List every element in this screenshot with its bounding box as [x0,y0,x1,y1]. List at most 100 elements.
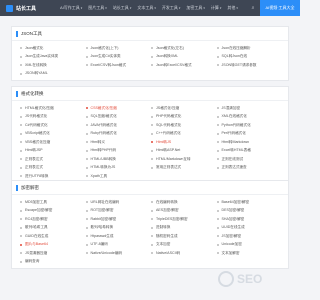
tool-link[interactable]: Json生成C#实体类 [85,53,152,62]
bullet-icon [151,132,153,135]
search-icon[interactable]: ⌕ [246,0,260,16]
tool-link-label: ROT加密/解密 [90,208,114,213]
tool-link[interactable]: Rabbit加密/解密 [85,215,152,224]
tool-link[interactable]: 图片与Base64 [20,241,86,250]
bullet-icon [216,132,219,135]
tool-link[interactable]: DES加密/解密 [216,207,283,216]
tool-link[interactable]: ROT加密/解密 [85,207,152,216]
tool-link[interactable]: 正则表达式速查 [216,164,283,173]
tool-link-label: Htpasswd生成 [90,233,114,238]
tool-link[interactable]: SQL压缩/格式化 [85,113,152,122]
tool-link[interactable]: 在线编码转换 [151,198,217,207]
tool-link[interactable]: Htpasswd生成 [85,232,152,241]
tool-link[interactable]: 编码查询 [20,258,86,267]
tool-link[interactable]: VBS格式化压缩 [20,138,86,147]
nav-item-label: 开发工具 [161,5,178,10]
bullet-icon [216,141,219,144]
tool-link[interactable]: C++代码格式化 [151,130,217,139]
tool-link[interactable]: Json格式化 [20,44,86,53]
tool-link[interactable]: 正则在线测试 [216,155,283,164]
tool-link-label: 常用正则表达式 [156,165,182,170]
tool-link[interactable]: AES加密/解密 [151,207,217,216]
tool-link[interactable]: Json生成Java实体类 [20,53,86,62]
tool-link[interactable]: GUID在线生成 [20,232,86,241]
tool-link[interactable]: JS加密/解密 [216,232,283,241]
tool-link[interactable]: 进制转换 [151,224,217,233]
tool-link[interactable]: C#代码格式化 [20,121,86,130]
tool-link[interactable]: JS混淆器压缩 [20,249,86,258]
tool-link[interactable]: JAVA代码格式化 [85,121,152,130]
nav-item[interactable]: 图片工具▾ [88,5,107,11]
nav-item[interactable]: 开发工具▾ [162,5,181,11]
nav-item[interactable]: 站长工具▾ [113,5,132,11]
tool-link[interactable]: 文本加解密 [216,249,283,258]
tool-link[interactable]: 散列/哈希转换 [85,224,152,233]
tool-link[interactable]: Html转义 [85,138,152,147]
tool-link[interactable]: Unicode加密 [216,241,283,250]
tool-link[interactable]: JSON转YAML [20,70,86,79]
site-logo[interactable]: 站长工具 [0,0,60,16]
tool-link[interactable]: Escape加密/解密 [20,207,86,216]
tool-link[interactable]: Json格式化(左右) [151,44,217,53]
tool-link[interactable]: HTML/UBB转换 [85,155,152,164]
tool-link[interactable]: PHP代码格式化 [151,113,217,122]
tool-link[interactable]: Html转ASP.Net [151,147,217,156]
ai-tools-button[interactable]: AI视频·工具大全 [260,0,300,16]
tool-link[interactable]: HTML/Markdown互转 [151,155,217,164]
tool-link[interactable]: SQL代码格式化 [151,121,217,130]
tool-link[interactable]: 文本加密 [151,241,217,250]
tool-link[interactable]: Ruby代码格式化 [85,130,152,139]
tool-link[interactable]: Json在线压缩解析 [216,44,283,53]
tool-link[interactable]: CSS格式化/压缩 [85,104,152,113]
tool-link[interactable]: Excel转HTML表格 [216,147,283,156]
bullet-icon [216,218,219,221]
tool-link[interactable]: VBScript格式化 [20,130,86,139]
tool-link[interactable]: HTML格式化/压缩 [20,104,86,113]
watermark: SEO [218,271,262,287]
tool-link-label: Html转PHP代码 [90,148,117,153]
tool-link[interactable]: Json格式化(上下) [85,44,152,53]
tool-link[interactable]: URL网址在线编码 [85,198,152,207]
tool-link[interactable]: Json转Excel/CSV格式 [151,61,217,70]
tool-link[interactable]: Perl代码格式化 [216,130,283,139]
tool-link[interactable]: SHA加密/解密 [216,215,283,224]
nav-item[interactable]: 其他▾ [227,5,238,11]
tool-link[interactable]: Native/Unicode编码 [85,249,152,258]
tool-link[interactable]: XML在线转换 [20,61,86,70]
chevron-down-icon: ▾ [178,6,181,10]
tool-link[interactable]: Html转Markdown [216,138,283,147]
tool-link[interactable]: Html转JS [151,138,217,147]
tool-link[interactable]: HTML转换为JS [85,164,152,173]
nav-item[interactable]: 文本工具▾ [137,5,156,11]
tool-link[interactable]: TripleDES加密/解密 [151,215,217,224]
tool-link[interactable]: UUID在线生成 [216,224,283,233]
tool-link[interactable]: MD5加密工具 [20,198,86,207]
tool-link[interactable]: Excel/CSV转Json格式 [85,61,152,70]
tool-link[interactable]: 随机密码生成 [151,232,217,241]
tool-link-label: UTF-8编码 [90,242,108,247]
tool-link[interactable]: Native/ASCII码 [151,249,217,258]
tool-link[interactable]: 正则表达式 [20,155,86,164]
tool-link[interactable]: JS代码格式化 [20,113,86,122]
tool-link[interactable]: UTF-8编码 [85,241,152,250]
tool-link[interactable]: 散列/哈希工具 [20,224,86,233]
tool-link[interactable]: JSON转GET请求参数 [216,61,283,70]
tool-link[interactable]: RC4加密/解密 [20,215,86,224]
tool-link-label: URL网址在线编码 [90,199,120,204]
tool-link[interactable]: Python代码格式化 [216,121,283,130]
tool-link[interactable]: 正则表达式 [20,164,86,173]
nav-item[interactable]: 加密工具▾ [186,5,205,11]
tool-link-label: 进行UTF8转换 [25,173,49,178]
tool-link[interactable]: Html转PHP代码 [85,147,152,156]
tool-link[interactable]: XML在线格式化 [216,113,283,122]
tool-link[interactable]: JS混淆加密 [216,104,283,113]
tool-link[interactable]: 常用正则表达式 [151,164,217,173]
nav-item[interactable]: AI写作工具▾ [60,5,82,11]
tool-link[interactable]: SQL转Json在线 [216,53,283,62]
nav-item[interactable]: 计算▾ [211,5,222,11]
tool-link[interactable]: Html转JSP [20,147,86,156]
bullet-icon [151,209,153,212]
tool-link[interactable]: JS格式化/压缩 [151,104,217,113]
tool-link[interactable]: Json转换XML [151,53,217,62]
tool-link[interactable]: Base64加密/解密 [216,198,283,207]
